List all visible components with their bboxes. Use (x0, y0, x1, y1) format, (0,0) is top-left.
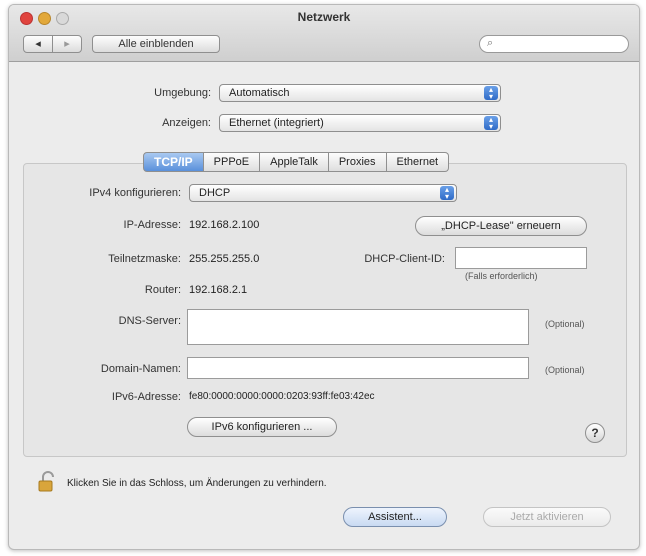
tab-proxies[interactable]: Proxies (328, 152, 387, 172)
tab-ethernet[interactable]: Ethernet (386, 152, 450, 172)
search-input[interactable] (500, 37, 624, 53)
tab-appletalk[interactable]: AppleTalk (260, 152, 329, 172)
lock-hint-text: Klicken Sie in das Schloss, um Änderunge… (67, 478, 327, 489)
magnifier-icon: ⌕ (487, 37, 494, 49)
ip-address-label: IP-Adresse: (123, 219, 181, 231)
tab-tcpip[interactable]: TCP/IP (143, 152, 204, 172)
dns-server-label: DNS-Server: (118, 315, 181, 327)
location-value: Automatisch (229, 87, 290, 99)
dhcp-client-id-hint: (Falls erforderlich) (465, 271, 538, 281)
dns-server-input[interactable] (187, 309, 529, 345)
domain-optional-note: (Optional) (545, 365, 585, 375)
router-label: Router: (144, 284, 181, 296)
network-preferences-window: Netzwerk ◂ ▸ Alle einblenden ⌕ Umgebung:… (8, 4, 640, 550)
popup-arrows-icon: ▴ ▾ (484, 86, 498, 101)
assistant-button[interactable]: Assistent... (343, 507, 447, 527)
show-label: Anzeigen: (162, 117, 211, 129)
router-value: 192.168.2.1 (189, 284, 248, 296)
subnet-mask-value: 255.255.255.0 (189, 253, 260, 265)
configure-ipv4-popup[interactable]: DHCP ▴ ▾ (189, 184, 457, 202)
apply-now-button[interactable]: Jetzt aktivieren (483, 507, 611, 527)
back-button[interactable]: ◂ (23, 35, 53, 53)
popup-arrows-icon: ▴ ▾ (440, 186, 454, 201)
titlebar: Netzwerk ◂ ▸ Alle einblenden ⌕ (9, 5, 639, 62)
dns-optional-note: (Optional) (545, 319, 585, 329)
popup-arrows-icon: ▴ ▾ (484, 116, 498, 131)
dhcp-client-id-input[interactable] (455, 247, 587, 269)
tab-pppoe[interactable]: PPPoE (203, 152, 261, 172)
ip-address-value: 192.168.2.100 (189, 219, 260, 231)
location-label: Umgebung: (154, 87, 211, 99)
ipv6-address-value: fe80:0000:0000:0000:0203:93ff:fe03:42ec (189, 391, 375, 402)
dhcp-client-id-label: DHCP-Client-ID: (364, 253, 445, 265)
show-popup[interactable]: Ethernet (integriert) ▴ ▾ (219, 114, 501, 132)
show-value: Ethernet (integriert) (229, 117, 324, 129)
renew-dhcp-lease-button[interactable]: „DHCP-Lease" erneuern (415, 216, 587, 236)
show-all-button[interactable]: Alle einblenden (92, 35, 220, 53)
help-button[interactable]: ? (585, 423, 605, 443)
domain-names-label: Domain-Namen: (100, 363, 181, 375)
location-popup[interactable]: Automatisch ▴ ▾ (219, 84, 501, 102)
configure-ipv4-value: DHCP (199, 187, 231, 199)
search-field[interactable]: ⌕ (479, 35, 629, 53)
configure-ipv6-button[interactable]: IPv6 konfigurieren ... (187, 417, 337, 437)
domain-names-input[interactable] (187, 357, 529, 379)
subnet-mask-label: Teilnetzmaske: (108, 253, 181, 265)
lock-icon[interactable] (37, 471, 59, 493)
tab-bar: TCP/IP PPPoE AppleTalk Proxies Ethernet (143, 152, 450, 172)
configure-ipv4-label: IPv4 konfigurieren: (89, 187, 181, 199)
ipv6-address-label: IPv6-Adresse: (111, 391, 181, 403)
forward-button[interactable]: ▸ (52, 35, 82, 53)
window-title: Netzwerk (297, 10, 351, 24)
